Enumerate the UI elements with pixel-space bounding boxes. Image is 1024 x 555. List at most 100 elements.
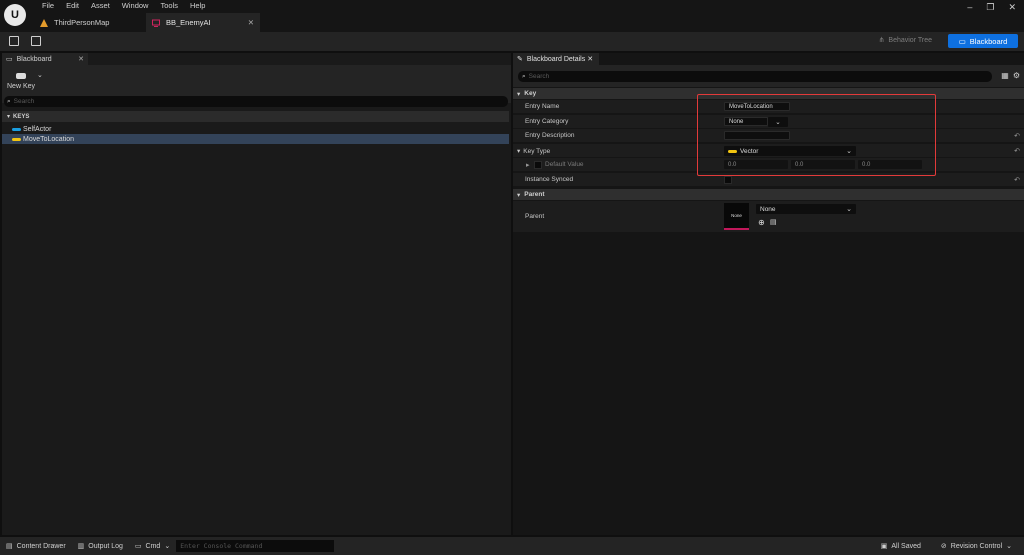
collapse-arrow-icon[interactable]: ▾ <box>517 148 520 155</box>
chevron-down-icon[interactable]: ⌄ <box>37 71 43 79</box>
settings-gear-icon[interactable]: ⚙ <box>1013 71 1020 80</box>
menu-edit[interactable]: Edit <box>60 1 85 11</box>
key-row-movetolocation[interactable]: MoveToLocation <box>2 134 509 144</box>
collapse-arrow-icon: ▾ <box>7 114 11 120</box>
instance-synced-label: Instance Synced <box>525 176 574 183</box>
console-command-input[interactable]: Enter Console Command <box>176 540 335 552</box>
reset-to-default-icon[interactable]: ↶ <box>1014 132 1020 140</box>
unreal-logo-icon[interactable]: U <box>4 4 26 26</box>
chevron-down-icon: ⌄ <box>164 543 171 550</box>
details-search-input[interactable]: ⌕ Search <box>518 71 992 82</box>
output-log-label: Output Log <box>88 542 123 550</box>
pencil-icon: ✎ <box>517 56 523 63</box>
key-type-label-wrap: ▾ Key Type <box>517 147 550 155</box>
save-status-icon: ▣ <box>880 543 888 550</box>
blackboard-panel-tab[interactable]: ▭ Blackboard ✕ <box>2 53 88 65</box>
collapse-arrow-icon: ▾ <box>517 191 521 199</box>
instance-synced-checkbox[interactable] <box>724 176 732 184</box>
highlight-annotation-box <box>697 94 936 176</box>
search-icon: ⌕ <box>522 72 526 80</box>
keys-category-header[interactable]: ▾ KEYS <box>2 111 509 122</box>
menu-file[interactable]: File <box>36 1 60 11</box>
reset-to-default-icon[interactable]: ↶ <box>1014 176 1020 184</box>
monitor-icon: ▭ <box>958 36 966 46</box>
revision-control-button[interactable]: ⊘ Revision Control ⌄ <box>935 542 1018 551</box>
blackboard-search-input[interactable]: ⌕ Search <box>4 96 508 107</box>
key-row-selfactor[interactable]: SelfActor <box>2 124 509 134</box>
key-label: MoveToLocation <box>23 135 74 143</box>
asset-toolbar: ⋔ Behavior Tree ▭ Blackboard <box>0 32 1024 51</box>
output-log-button[interactable]: ▥ Output Log <box>72 542 129 551</box>
blackboard-mode-label: Blackboard <box>969 36 1008 46</box>
details-panel-tab[interactable]: ✎ Blackboard Details ✕ <box>513 53 599 65</box>
parent-asset-thumbnail[interactable]: None <box>724 203 749 230</box>
window-controls: – ❐ ✕ <box>967 2 1016 13</box>
tab-third-person-map[interactable]: ThirdPersonMap <box>34 13 144 32</box>
key-type-label: Key Type <box>523 148 551 155</box>
console-placeholder: Enter Console Command <box>180 542 263 550</box>
search-placeholder: Search <box>13 98 35 105</box>
behavior-tree-label: Behavior Tree <box>888 36 932 44</box>
entry-description-label: Entry Description <box>525 132 575 139</box>
object-key-icon <box>12 127 21 131</box>
use-selected-asset-icon[interactable]: ⊕ <box>758 218 765 227</box>
parent-label: Parent <box>525 213 545 220</box>
chevron-down-icon: ⌄ <box>1006 543 1012 550</box>
parent-thumbnail-text: None <box>731 213 742 218</box>
browse-to-asset-icon[interactable]: ▤ <box>770 218 777 226</box>
all-saved-label: All Saved <box>891 542 921 550</box>
parent-asset-dropdown[interactable]: None ⌄ <box>756 204 856 214</box>
menu-window[interactable]: Window <box>116 1 155 11</box>
parent-row: Parent None None ⌄ ⊕ ▤ <box>513 201 1024 233</box>
expand-arrow-icon[interactable]: ▸ <box>526 161 530 169</box>
status-bar-right: ▣ All Saved ⊘ Revision Control ⌄ <box>875 542 1024 551</box>
vector-key-icon <box>12 137 21 141</box>
minimize-icon[interactable]: – <box>967 2 972 13</box>
reset-to-default-icon[interactable]: ↶ <box>1014 147 1020 155</box>
save-icon[interactable] <box>9 36 19 46</box>
details-panel-title: Blackboard Details <box>526 55 586 63</box>
blackboard-tab-icon: ▭ <box>6 56 13 63</box>
close-panel-icon[interactable]: ✕ <box>587 55 593 63</box>
menu-asset[interactable]: Asset <box>85 1 116 11</box>
console-icon: ▭ <box>134 543 142 550</box>
search-icon: ⌕ <box>7 97 11 105</box>
parent-section-header[interactable]: ▾ Parent <box>513 189 1024 200</box>
cmd-label: Cmd <box>145 542 161 550</box>
menu-tools[interactable]: Tools <box>154 1 184 11</box>
key-label: SelfActor <box>23 125 52 133</box>
new-key-icon <box>16 73 26 79</box>
parent-section-label: Parent <box>524 191 545 198</box>
cmd-dropdown[interactable]: ▭ Cmd ⌄ <box>129 542 176 551</box>
content-drawer-label: Content Drawer <box>16 542 66 550</box>
close-panel-icon[interactable]: ✕ <box>78 55 84 63</box>
search-placeholder: Search <box>528 73 550 80</box>
key-section-label: Key <box>524 90 537 97</box>
collapse-arrow-icon: ▾ <box>517 90 521 98</box>
blackboard-asset-icon <box>152 19 160 27</box>
behavior-tree-button[interactable]: ⋔ Behavior Tree <box>878 36 932 45</box>
entry-name-label: Entry Name <box>525 103 560 110</box>
property-matrix-icon[interactable]: ▦ <box>1001 71 1009 80</box>
title-bar: U File Edit Asset Window Tools Help – ❐ … <box>0 0 1024 32</box>
menu-help[interactable]: Help <box>184 1 211 11</box>
all-saved-button[interactable]: ▣ All Saved <box>875 542 927 551</box>
content-drawer-icon: ▤ <box>6 543 13 550</box>
details-toolbar-icons: ▦ ⚙ <box>1001 71 1020 80</box>
browse-to-asset-icon[interactable] <box>31 36 41 46</box>
close-window-icon[interactable]: ✕ <box>1008 2 1016 13</box>
tab-bb-enemyai[interactable]: BB_EnemyAI ✕ <box>146 13 260 32</box>
status-bar: ▤ Content Drawer ▥ Output Log ▭ Cmd ⌄ En… <box>0 537 1024 555</box>
details-toolbar: ⌕ Search ▦ ⚙ <box>513 65 1024 87</box>
new-key-button[interactable]: New Key ⌄ <box>7 72 43 90</box>
tab-label: BB_EnemyAI <box>166 18 211 27</box>
default-value-checkbox[interactable] <box>534 161 542 169</box>
close-tab-icon[interactable]: ✕ <box>248 18 254 27</box>
content-drawer-button[interactable]: ▤ Content Drawer <box>0 542 72 551</box>
entry-category-label: Entry Category <box>525 118 569 125</box>
default-value-label: Default Value <box>545 161 584 168</box>
blackboard-mode-button[interactable]: ▭ Blackboard <box>948 34 1018 48</box>
behavior-tree-icon: ⋔ <box>878 37 885 44</box>
revision-control-icon: ⊘ <box>940 543 947 550</box>
maximize-icon[interactable]: ❐ <box>986 2 994 13</box>
